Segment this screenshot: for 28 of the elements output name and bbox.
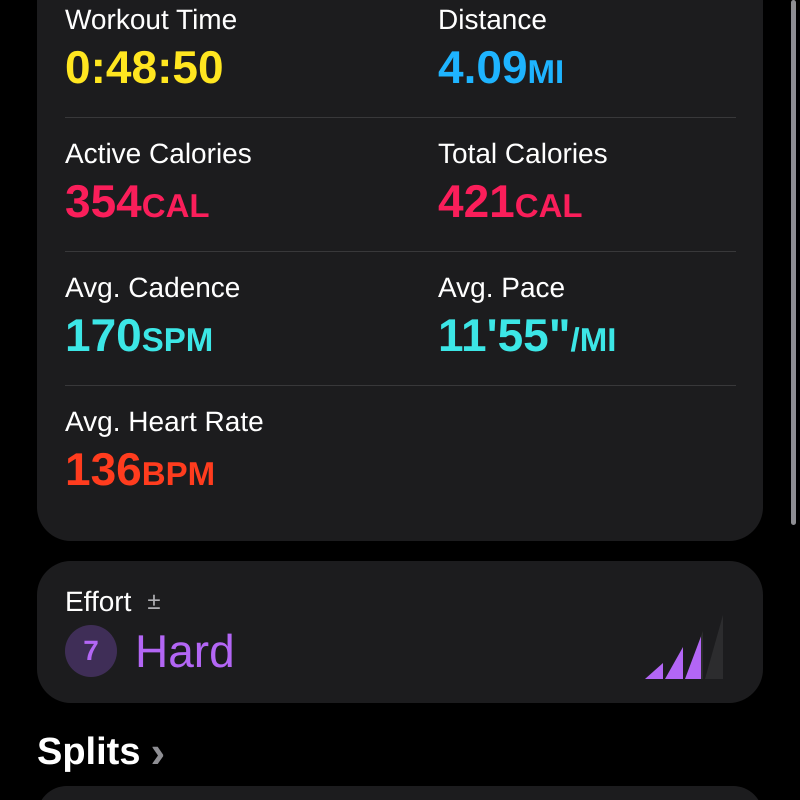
adjust-icon[interactable]: ± (147, 588, 161, 616)
metric-unit: SPM (142, 321, 214, 359)
score-badge: 7 (65, 625, 117, 677)
metric-unit: /MI (570, 321, 616, 359)
metric-value: 170 (65, 308, 142, 362)
effort-rating: Hard (135, 624, 235, 678)
metric-label: Total Calories (438, 138, 609, 170)
effort-card[interactable]: Effort ± 7 Hard (37, 561, 763, 703)
metric-unit: CAL (514, 187, 583, 225)
metric-label: Avg. Cadence (65, 272, 242, 304)
metric-value: 421 (438, 174, 515, 228)
scrollbar[interactable] (791, 0, 796, 525)
metric-label: Avg. Heart Rate (65, 406, 265, 438)
metric-value: 354 (65, 174, 142, 228)
effort-meter-icon (645, 615, 723, 679)
metric-label: Avg. Pace (438, 272, 566, 304)
metric-label: Distance (438, 4, 548, 36)
effort-label: Effort (65, 586, 132, 618)
metric-value: 0:48:50 (65, 40, 224, 94)
metric-unit: MI (528, 53, 564, 91)
metric-unit: BPM (142, 455, 216, 493)
metric-value: 4.09 (438, 40, 528, 94)
metric-value: 11'55" (438, 308, 571, 362)
metric-label: Workout Time (65, 4, 238, 36)
metric-label: Active Calories (65, 138, 253, 170)
metric-unit: CAL (142, 187, 210, 225)
metric-value: 136 (65, 442, 142, 496)
splits-header[interactable]: Splits › (37, 731, 166, 774)
